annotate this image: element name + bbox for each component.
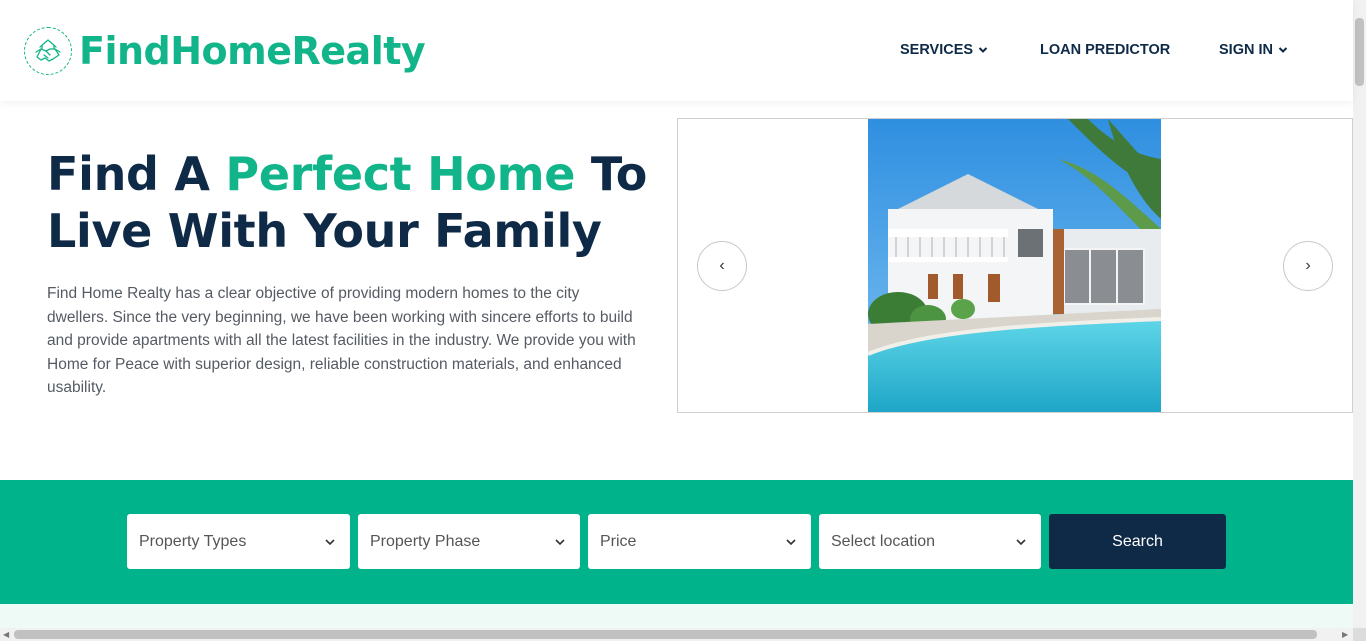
property-types-value: Property Types [139, 532, 247, 550]
property-carousel: ‹ › [677, 118, 1353, 413]
carousel-next-button[interactable]: › [1283, 241, 1333, 291]
search-button[interactable]: Search [1049, 514, 1226, 569]
hero-description: Find Home Realty has a clear objective o… [47, 285, 636, 397]
chevron-down-icon [786, 539, 796, 546]
chevron-down-icon [1016, 539, 1026, 546]
horizontal-scrollbar-thumb[interactable] [14, 630, 1317, 639]
chevron-down-icon [1278, 47, 1288, 53]
property-phase-select[interactable]: Property Phase [358, 514, 580, 569]
nav-services-label: SERVICES [900, 42, 974, 58]
property-phase-value: Property Phase [370, 532, 481, 550]
location-select[interactable]: Select location [819, 514, 1041, 569]
nav-sign-in[interactable]: SIGN IN [1219, 40, 1288, 60]
location-value: Select location [831, 532, 936, 550]
chevron-down-icon [555, 539, 565, 546]
carousel-prev-button[interactable]: ‹ [697, 241, 747, 291]
vertical-scrollbar-thumb[interactable] [1355, 18, 1364, 86]
page: FindHomeRealty SERVICES LOAN PREDICTOR S… [0, 0, 1366, 641]
scroll-left-icon[interactable]: ◀ [3, 628, 9, 641]
hero-title: Find A Perfect Home To Live With Your Fa… [47, 146, 667, 260]
hero-title-accent: Perfect Home [225, 147, 576, 201]
chevron-down-icon [978, 47, 988, 53]
nav-services[interactable]: SERVICES [900, 40, 988, 60]
scroll-right-icon[interactable]: ▶ [1342, 628, 1348, 641]
price-select[interactable]: Price [588, 514, 811, 569]
site-header: FindHomeRealty SERVICES LOAN PREDICTOR S… [0, 0, 1353, 101]
price-value: Price [600, 532, 637, 550]
hero-title-part1: Find A [47, 147, 226, 201]
chevron-right-icon: › [1305, 257, 1311, 274]
scrollbar-corner [1353, 628, 1366, 641]
search-bar: Property Types Property Phase Price Sele… [0, 480, 1353, 604]
nav-loan-predictor[interactable]: LOAN PREDICTOR [1040, 40, 1170, 60]
chevron-left-icon: ‹ [719, 257, 725, 274]
vertical-scrollbar[interactable] [1353, 0, 1366, 628]
brand-logo[interactable]: FindHomeRealty [24, 27, 426, 75]
horizontal-scrollbar[interactable]: ◀ ▶ [0, 628, 1353, 641]
chevron-down-icon [325, 539, 335, 546]
brand-name: FindHomeRealty [79, 29, 426, 73]
handshake-house-icon [24, 27, 72, 75]
house-photo [868, 119, 1161, 412]
nav-loan-predictor-label: LOAN PREDICTOR [1040, 42, 1171, 58]
property-types-select[interactable]: Property Types [127, 514, 350, 569]
nav-sign-in-label: SIGN IN [1219, 42, 1273, 58]
next-section [0, 604, 1353, 628]
